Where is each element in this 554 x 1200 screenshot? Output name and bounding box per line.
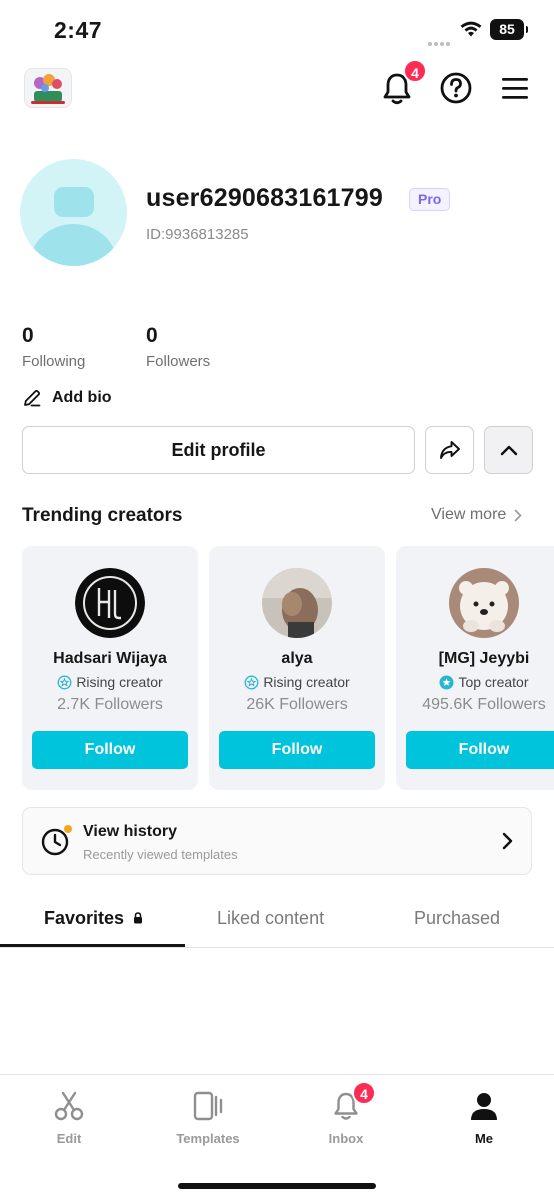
notification-badge: 4 [403, 59, 427, 83]
rising-star-icon [244, 675, 259, 689]
pro-badge[interactable]: Pro [409, 188, 451, 211]
creator-card[interactable]: [MG] Jeyybi Top creator 495.6K Followers… [396, 546, 554, 790]
add-bio-label: Add bio [52, 389, 112, 406]
view-history-subtitle: Recently viewed templates [83, 847, 238, 862]
add-bio-button[interactable]: Add bio [22, 386, 112, 410]
creator-followers: 2.7K Followers [57, 696, 163, 713]
status-time: 2:47 [54, 17, 103, 43]
bear-avatar [449, 568, 519, 638]
nav-inbox[interactable]: 4 Inbox [296, 1081, 396, 1146]
sleigh-logo-icon [31, 74, 65, 104]
home-indicator [178, 1183, 376, 1189]
creator-name: [MG] Jeyybi [438, 650, 530, 667]
creator-avatar[interactable] [75, 568, 145, 638]
creator-avatar[interactable] [262, 568, 332, 638]
tab-favorites-label: Favorites [44, 908, 125, 928]
nav-me[interactable]: Me [434, 1091, 534, 1146]
trending-creators-title: Trending creators [22, 505, 183, 526]
edit-profile-button[interactable]: Edit profile [22, 426, 415, 474]
follow-button[interactable]: Follow [32, 731, 188, 769]
lock-icon [134, 912, 143, 924]
rising-star-icon [57, 675, 72, 689]
creator-name: Hadsari Wijaya [53, 650, 167, 667]
tab-liked-content[interactable]: Liked content [217, 908, 324, 929]
menu-icon[interactable] [496, 69, 534, 107]
default-avatar-icon [29, 187, 118, 266]
content-tabs: Favorites Liked content Purchased [0, 896, 554, 948]
profile-avatar[interactable] [20, 159, 127, 266]
tab-purchased[interactable]: Purchased [414, 908, 500, 929]
battery-indicator: 85 [490, 19, 528, 40]
scissors-icon [54, 1091, 84, 1121]
view-more-link[interactable]: View more [431, 506, 522, 524]
inbox-badge: 4 [352, 1081, 376, 1105]
help-icon[interactable] [437, 69, 475, 107]
creator-tag-label: Rising creator [263, 674, 350, 690]
following-count[interactable]: 0 [22, 324, 34, 348]
creator-tag-label: Rising creator [76, 674, 163, 690]
user-id: ID:9936813285 [146, 226, 249, 243]
creator-followers: 26K Followers [246, 696, 348, 713]
chevron-up-icon [500, 445, 517, 456]
creator-avatar[interactable] [449, 568, 519, 638]
tab-favorites[interactable]: Favorites [44, 908, 143, 929]
pencil-icon [24, 389, 41, 407]
active-tab-indicator [0, 944, 185, 947]
bottom-navigation: Edit Templates 4 Inbox Me [0, 1074, 554, 1200]
followers-count[interactable]: 0 [146, 324, 158, 348]
nav-me-label: Me [474, 1131, 494, 1146]
creator-card[interactable]: alya Rising creator 26K Followers Follow [209, 546, 385, 790]
share-arrow-icon [439, 441, 460, 459]
creator-followers: 495.6K Followers [422, 696, 546, 713]
app-logo[interactable] [24, 68, 72, 108]
templates-icon [193, 1091, 223, 1121]
nav-inbox-label: Inbox [328, 1131, 364, 1146]
view-history-row[interactable]: View history Recently viewed templates [22, 807, 532, 875]
followers-label[interactable]: Followers [146, 353, 210, 370]
signal-dots-icon [428, 33, 454, 46]
collapse-button[interactable] [484, 426, 533, 474]
following-label[interactable]: Following [22, 353, 85, 370]
creator-tag: Rising creator [22, 674, 198, 690]
follow-button[interactable]: Follow [406, 731, 554, 769]
monogram-logo-avatar [75, 568, 145, 638]
follow-button[interactable]: Follow [219, 731, 375, 769]
share-profile-button[interactable] [425, 426, 474, 474]
view-more-label: View more [431, 506, 507, 523]
person-icon [471, 1093, 497, 1120]
view-history-title: View history [83, 823, 177, 840]
username: user6290683161799 [146, 184, 383, 212]
nav-templates-label: Templates [176, 1131, 240, 1146]
photo-avatar [262, 568, 332, 638]
creator-tag: Top creator [396, 674, 554, 690]
nav-templates[interactable]: Templates [158, 1091, 258, 1146]
nav-edit[interactable]: Edit [19, 1091, 119, 1146]
top-star-icon [439, 675, 454, 689]
wifi-icon [460, 21, 482, 37]
clock-icon [41, 825, 72, 856]
creator-tag-label: Top creator [458, 674, 529, 690]
nav-edit-label: Edit [56, 1131, 82, 1146]
creator-tag: Rising creator [209, 674, 385, 690]
creator-name: alya [281, 650, 313, 667]
chevron-right-icon [502, 832, 513, 850]
status-bar: 2:47 85 [0, 0, 554, 60]
creator-card[interactable]: Hadsari Wijaya Rising creator 2.7K Follo… [22, 546, 198, 790]
chevron-right-icon [514, 509, 522, 521]
